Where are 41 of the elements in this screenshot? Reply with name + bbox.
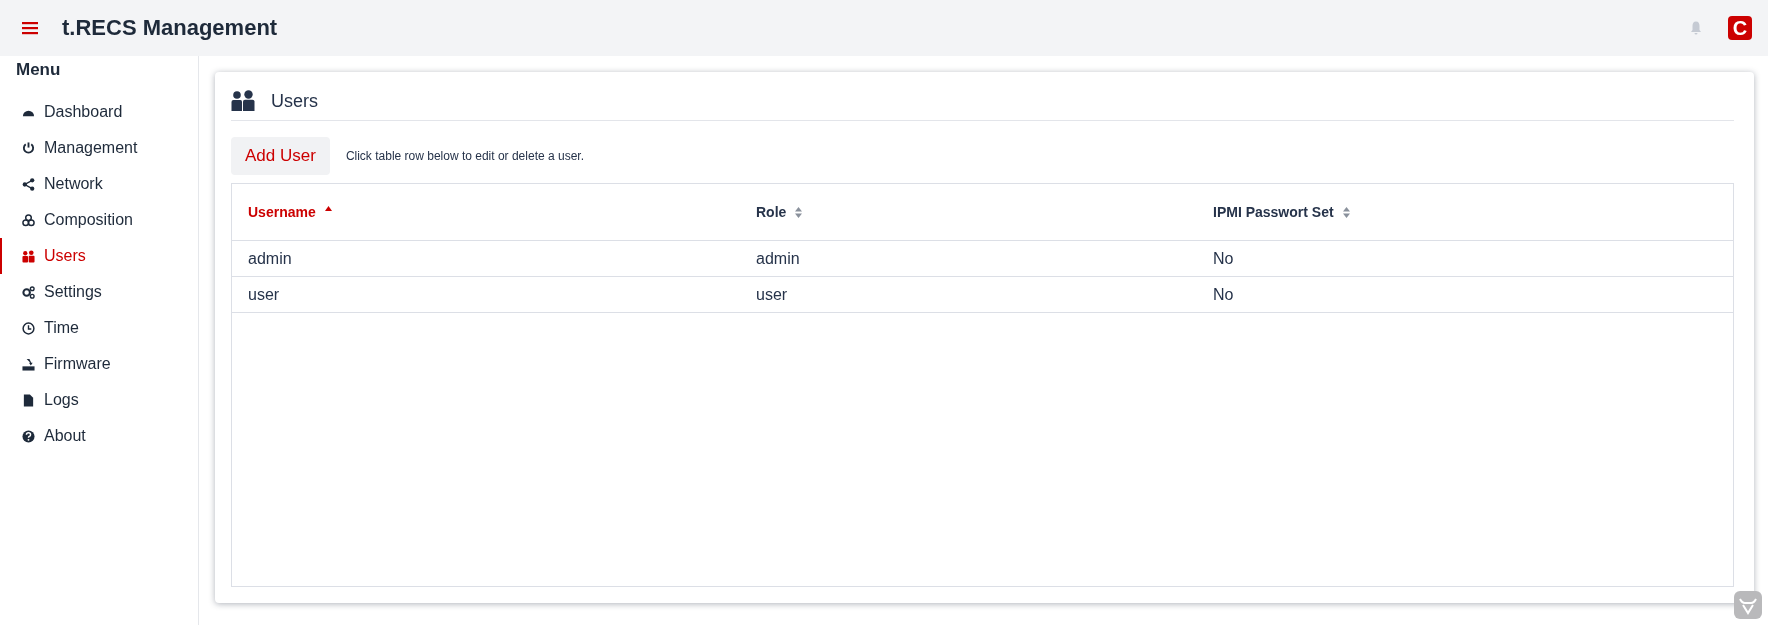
- table-cell[interactable]: No: [1197, 276, 1733, 313]
- floating-badge-icon[interactable]: [1734, 591, 1762, 619]
- sidebar-item[interactable]: Logs: [0, 382, 198, 418]
- add-user-button[interactable]: Add User: [231, 137, 330, 175]
- share-icon: [22, 177, 35, 191]
- card-title: Users: [271, 90, 318, 112]
- table-cell[interactable]: user: [232, 276, 740, 313]
- composition-icon: [22, 213, 35, 227]
- menu-title: Menu: [15, 60, 62, 81]
- menu-icon[interactable]: [22, 21, 38, 35]
- users-icon: [22, 249, 35, 263]
- sidebar-item[interactable]: Users: [0, 238, 198, 274]
- logo[interactable]: C: [1728, 16, 1752, 40]
- column-header[interactable]: Role: [740, 184, 1197, 241]
- table-cell[interactable]: admin: [740, 240, 1197, 277]
- sidebar-item[interactable]: Management: [0, 130, 198, 166]
- file-icon: [22, 393, 35, 407]
- help-icon: [22, 429, 35, 443]
- table-cell[interactable]: user: [740, 276, 1197, 313]
- power-icon: [22, 141, 35, 155]
- clock-icon: [22, 321, 35, 335]
- column-header[interactable]: IPMI Passwort Set: [1197, 184, 1733, 241]
- sidebar-item[interactable]: Time: [0, 310, 198, 346]
- table-cell[interactable]: No: [1197, 240, 1733, 277]
- bell-icon[interactable]: [1690, 21, 1702, 35]
- gears-icon: [22, 285, 35, 299]
- sidebar-item[interactable]: Network: [0, 166, 198, 202]
- sidebar-item[interactable]: Firmware: [0, 346, 198, 382]
- sidebar-item[interactable]: About: [0, 418, 198, 454]
- sidebar-item[interactable]: Dashboard: [0, 94, 198, 130]
- sort-icon: [795, 206, 803, 218]
- firmware-icon: [22, 357, 35, 371]
- column-header[interactable]: Username: [232, 184, 740, 241]
- users-icon: [231, 90, 255, 112]
- app-title: t.RECS Management: [62, 15, 278, 41]
- sort-ascending-icon: [324, 205, 332, 211]
- table-cell[interactable]: admin: [232, 240, 740, 277]
- hint-text: Click table row below to edit or delete a user.: [345, 149, 584, 163]
- sidebar-item[interactable]: Composition: [0, 202, 198, 238]
- sidebar-item[interactable]: Settings: [0, 274, 198, 310]
- sort-icon: [1342, 206, 1350, 218]
